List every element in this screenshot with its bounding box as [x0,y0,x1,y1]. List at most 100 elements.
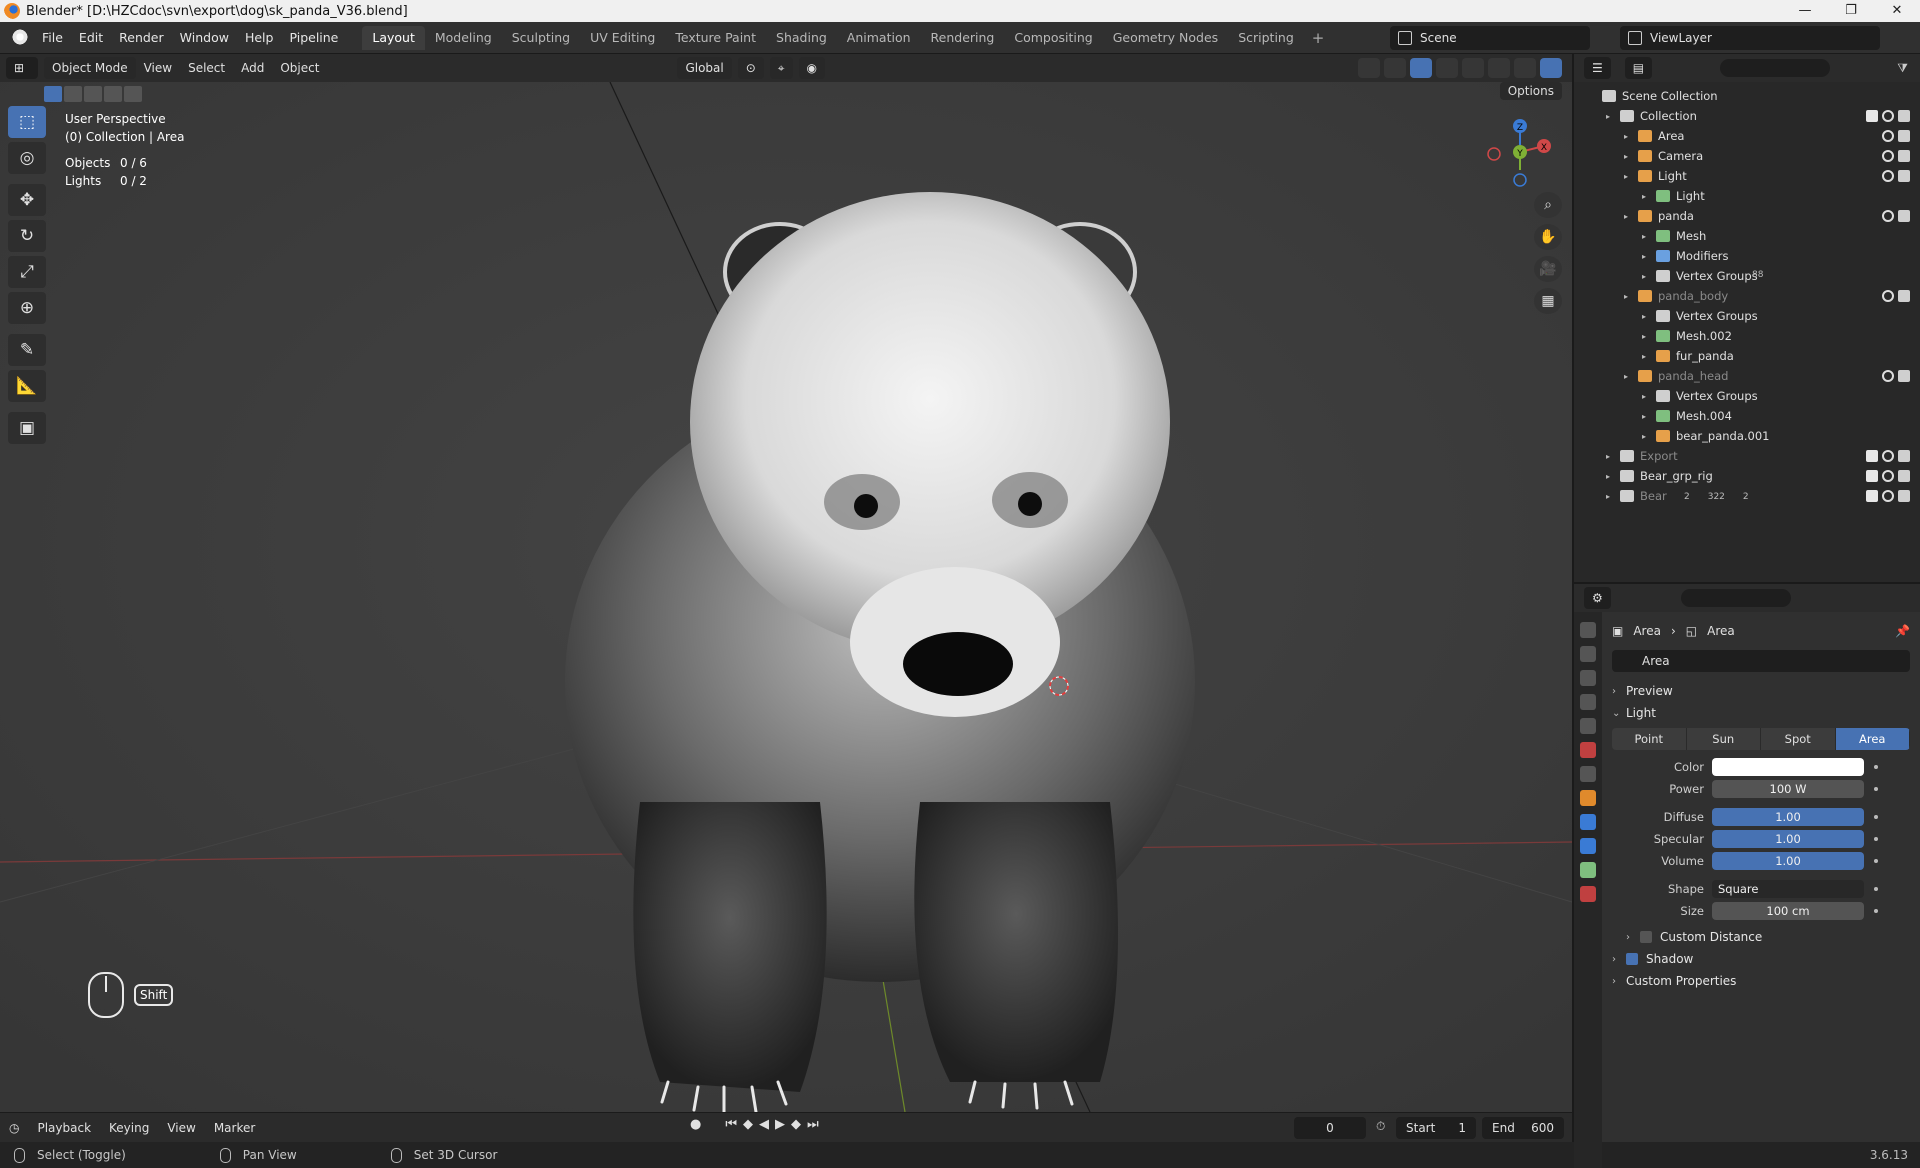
exclude-checkbox[interactable] [1866,110,1878,122]
outliner-row[interactable]: ▸ bear_panda.001 [1574,426,1920,446]
zoom-icon[interactable]: ⌕ [1534,192,1562,218]
disclosure-triangle-icon[interactable]: ▸ [1624,212,1634,221]
disclosure-triangle-icon[interactable]: ▸ [1642,312,1652,321]
power-field[interactable]: 100 W [1712,780,1864,798]
play-reverse-icon[interactable]: ◀ [759,1117,769,1132]
proportional-edit-button[interactable]: ◉ [798,57,826,79]
xray-toggle-icon[interactable] [1436,58,1458,78]
menu-pipeline[interactable]: Pipeline [281,22,346,54]
outliner-row[interactable]: ▸ Vertex Groups [1574,266,1920,286]
disclosure-triangle-icon[interactable]: ▸ [1606,452,1616,461]
exclude-checkbox[interactable] [1866,450,1878,462]
light-type-sun[interactable]: Sun [1686,728,1761,750]
render-camera-icon[interactable] [1898,470,1910,482]
visibility-eye-icon[interactable] [1882,370,1894,382]
menu-window[interactable]: Window [172,22,237,54]
outliner-editor-icon[interactable]: ☰ [1584,57,1611,79]
disclosure-triangle-icon[interactable]: ▸ [1624,132,1634,141]
constraints-tab-icon[interactable] [1580,838,1596,854]
viewport-menu-object[interactable]: Object [272,54,327,82]
exclude-checkbox[interactable] [1866,490,1878,502]
light-type-spot[interactable]: Spot [1761,728,1836,750]
render-tab-icon[interactable] [1580,646,1596,662]
tool-tab-icon[interactable] [1580,622,1596,638]
next-keyframe-icon[interactable]: ◆ [791,1117,801,1132]
outliner-row[interactable]: ▸ Modifiers [1574,246,1920,266]
disclosure-triangle-icon[interactable]: ▸ [1642,352,1652,361]
outliner-row[interactable]: ▸ Mesh [1574,226,1920,246]
overlay-toggle-icon[interactable] [1410,58,1432,78]
pin-icon[interactable]: 📌 [1895,624,1910,638]
select-new-icon[interactable] [44,86,62,102]
select-invert-icon[interactable] [104,86,122,102]
collection-tab-icon[interactable] [1580,766,1596,782]
tab-scripting[interactable]: Scripting [1228,26,1304,50]
disclosure-triangle-icon[interactable]: ▸ [1606,112,1616,121]
visibility-eye-icon[interactable] [1882,470,1894,482]
add-cube-tool-icon[interactable]: ▣ [8,412,46,444]
outliner-row[interactable]: ▸ Export [1574,446,1920,466]
outliner-row[interactable]: ▸ Vertex Groups [1574,386,1920,406]
view-layer-tab-icon[interactable] [1580,694,1596,710]
light-type-area[interactable]: Area [1835,728,1910,750]
world-tab-icon[interactable] [1580,742,1596,758]
select-extend-icon[interactable] [64,86,82,102]
menu-file[interactable]: File [34,22,71,54]
tab-shading[interactable]: Shading [766,26,837,50]
timeline-editor-icon[interactable]: ◷ [0,1121,28,1135]
outliner-row[interactable]: ▸ panda_head [1574,366,1920,386]
tab-rendering[interactable]: Rendering [921,26,1005,50]
current-frame-field[interactable]: 0 [1294,1117,1366,1139]
size-field[interactable]: 100 cm [1712,902,1864,920]
select-box-tool-icon[interactable]: ⬚ [8,106,46,138]
scale-tool-icon[interactable]: ⤢ [8,256,46,288]
timeline-menu-playback[interactable]: Playback [28,1121,100,1135]
jump-start-icon[interactable]: ⏮ [725,1117,737,1132]
outliner-row[interactable]: Scene Collection [1574,86,1920,106]
render-camera-icon[interactable] [1898,490,1910,502]
camera-view-icon[interactable]: 🎥 [1534,256,1562,282]
render-camera-icon[interactable] [1898,170,1910,182]
timeline-menu-view[interactable]: View [158,1121,204,1135]
menu-edit[interactable]: Edit [71,22,111,54]
move-tool-icon[interactable]: ✥ [8,184,46,216]
diffuse-slider[interactable]: 1.00 [1712,808,1864,826]
wireframe-shading-icon[interactable] [1462,58,1484,78]
display-mode-icon[interactable]: ▤ [1624,57,1653,79]
solid-shading-icon[interactable] [1488,58,1510,78]
disclosure-triangle-icon[interactable]: ▸ [1642,432,1652,441]
editor-type-button[interactable]: ⊞ [6,57,38,79]
jump-end-icon[interactable]: ⏭ [807,1117,819,1132]
outliner-row[interactable]: ▸ Light [1574,186,1920,206]
prev-keyframe-icon[interactable]: ◆ [743,1117,753,1132]
light-datablock-field[interactable]: Area [1612,650,1910,672]
visibility-eye-icon[interactable] [1882,150,1894,162]
color-swatch[interactable] [1712,758,1864,776]
viewport-menu-add[interactable]: Add [233,54,272,82]
gizmo-toggle-icon[interactable] [1384,58,1406,78]
visibility-icon[interactable] [1358,58,1380,78]
disclosure-triangle-icon[interactable]: ▸ [1624,292,1634,301]
tab-compositing[interactable]: Compositing [1004,26,1102,50]
render-camera-icon[interactable] [1898,150,1910,162]
menu-render[interactable]: Render [111,22,172,54]
render-camera-icon[interactable] [1898,290,1910,302]
custom-distance-checkbox[interactable] [1640,931,1652,943]
disclosure-triangle-icon[interactable]: ▸ [1642,412,1652,421]
record-icon[interactable]: ● [690,1117,701,1132]
visibility-eye-icon[interactable] [1882,110,1894,122]
rotate-tool-icon[interactable]: ↻ [8,220,46,252]
transform-tool-icon[interactable]: ⊕ [8,292,46,324]
outliner-row[interactable]: ▸ Mesh.002 [1574,326,1920,346]
measure-tool-icon[interactable]: 📐 [8,370,46,402]
render-camera-icon[interactable] [1898,130,1910,142]
outliner-search-input[interactable] [1720,59,1831,77]
object-tab-icon[interactable] [1580,790,1596,806]
tab-modeling[interactable]: Modeling [425,26,502,50]
outliner-row[interactable]: ▸ Light [1574,166,1920,186]
disclosure-triangle-icon[interactable]: ▸ [1642,332,1652,341]
snap-button[interactable]: ⌖ [769,57,793,79]
start-frame-field[interactable]: Start 1 [1396,1117,1476,1139]
scene-tab-icon[interactable] [1580,718,1596,734]
render-camera-icon[interactable] [1898,370,1910,382]
